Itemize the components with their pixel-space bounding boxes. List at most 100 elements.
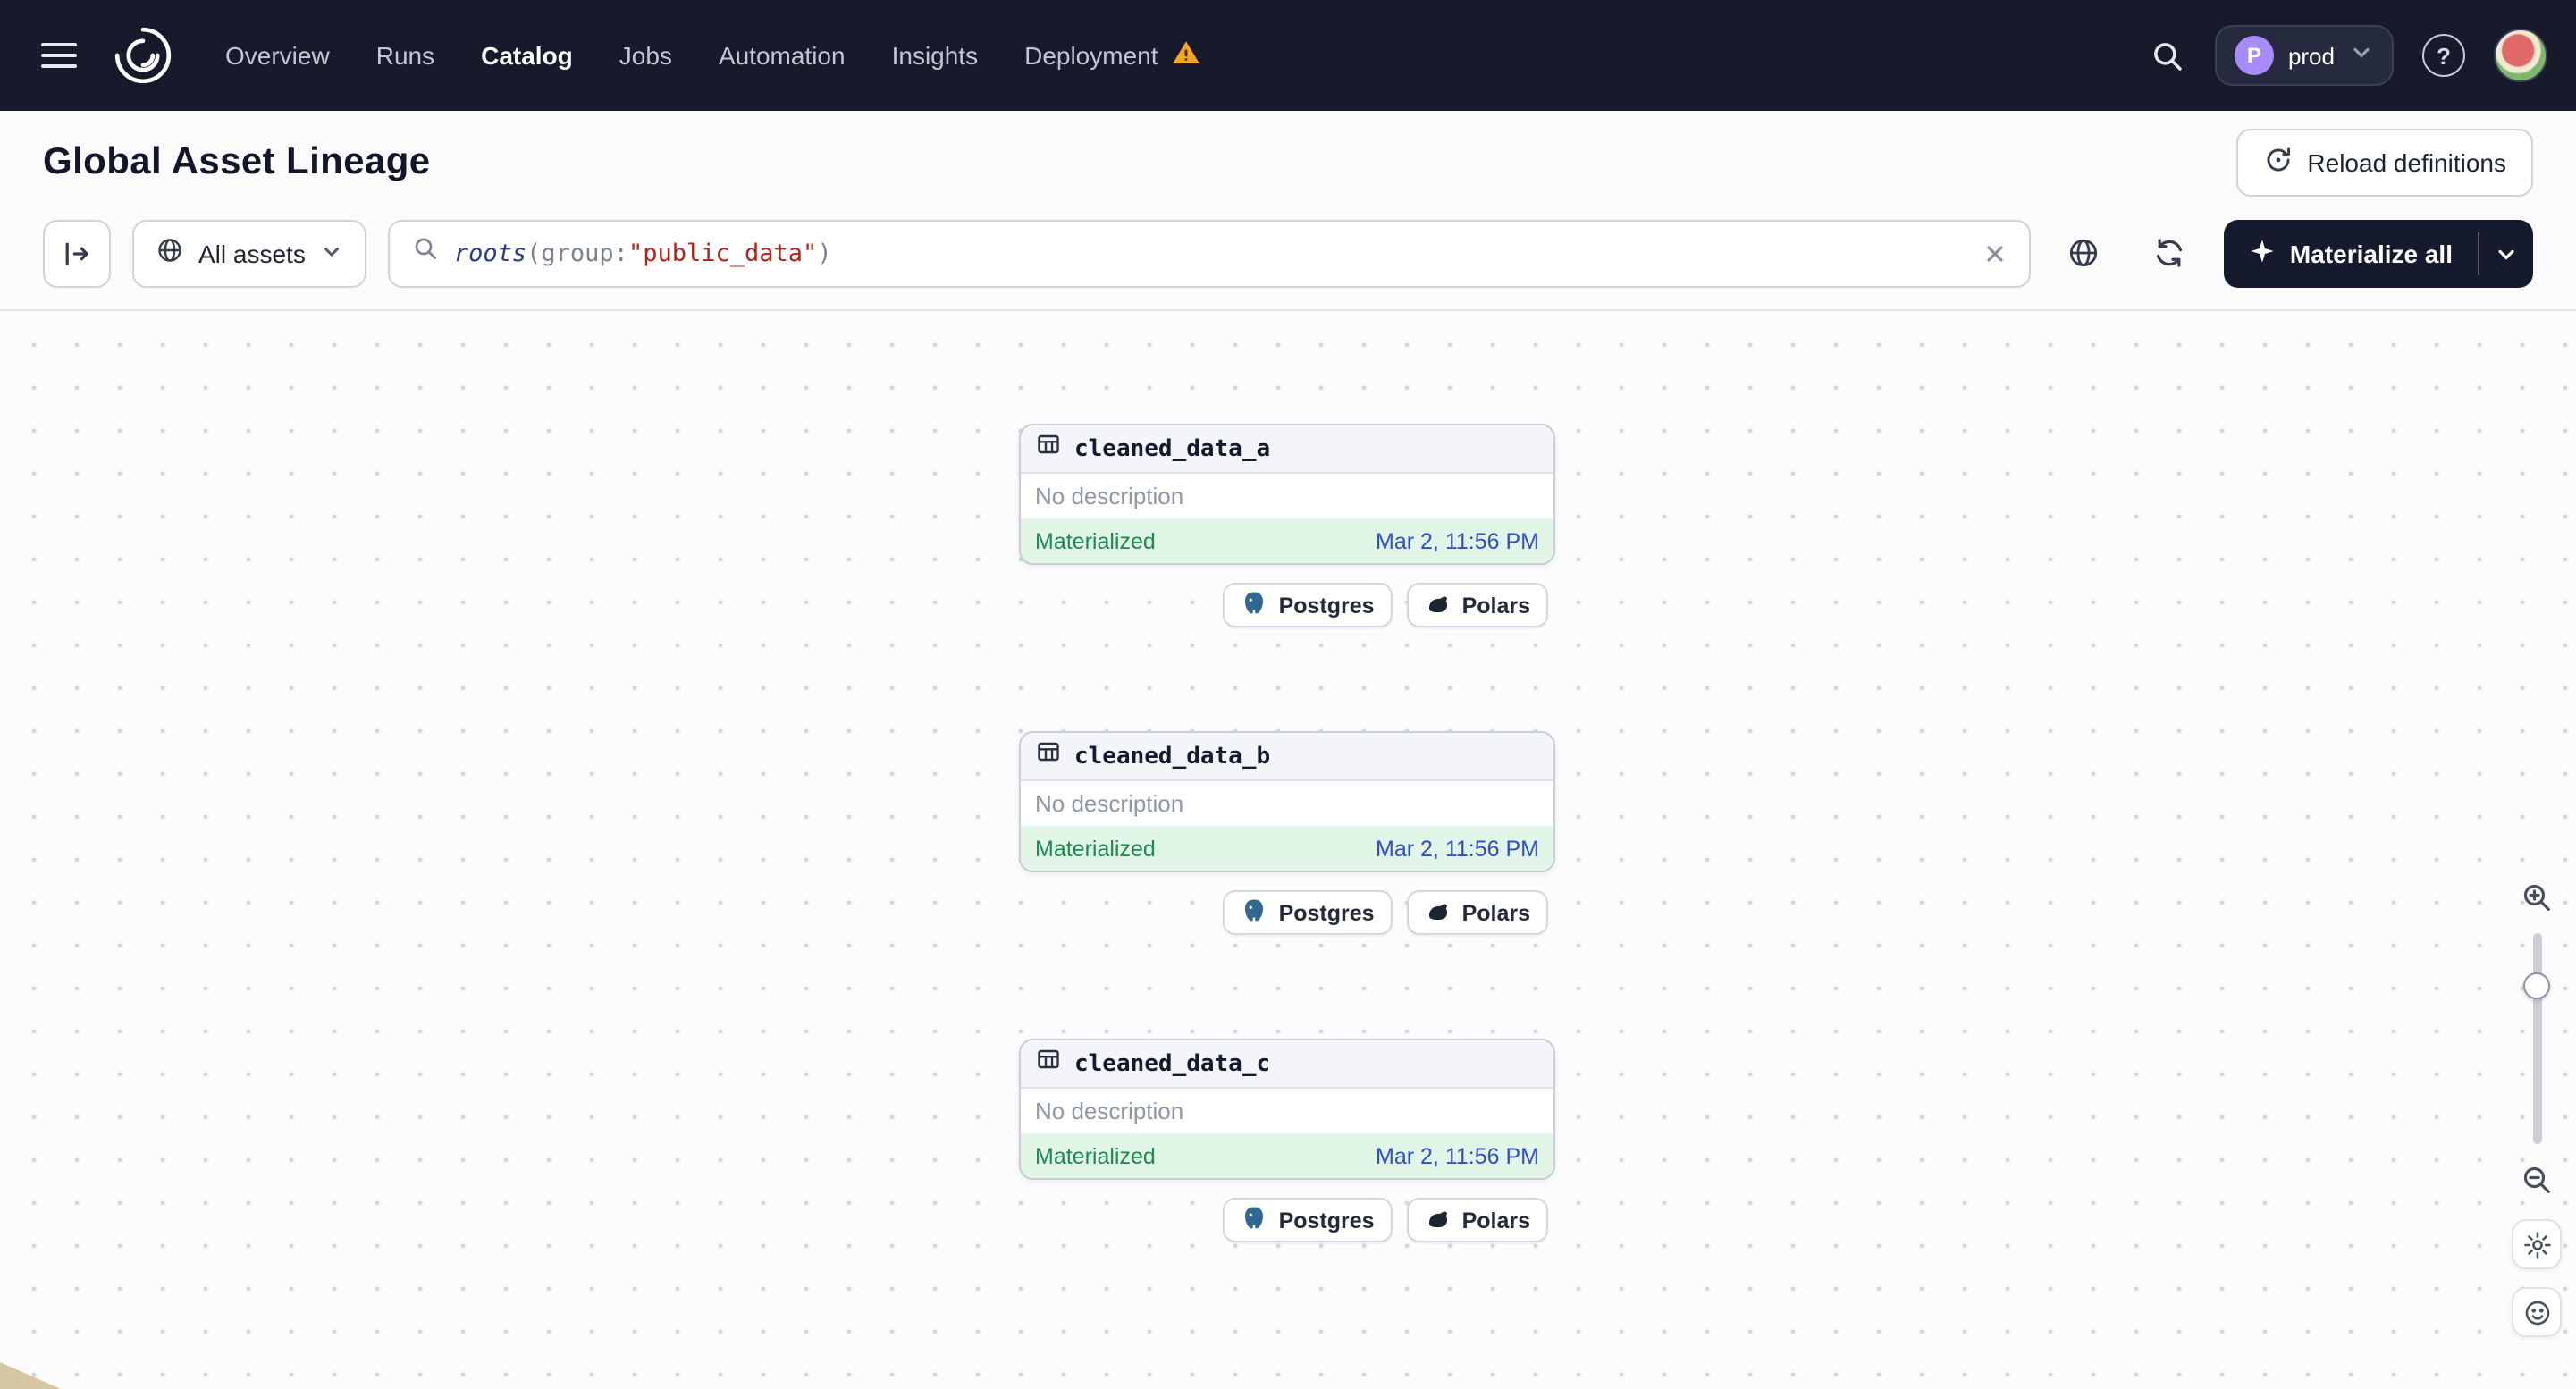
hamburger-menu-icon[interactable] <box>29 25 89 86</box>
nav-item-deployment[interactable]: Deployment <box>1024 38 1200 73</box>
polars-icon <box>1425 897 1452 929</box>
user-avatar[interactable] <box>2494 29 2547 82</box>
polars-icon <box>1425 1204 1452 1236</box>
minimap-corner <box>0 1362 61 1389</box>
asset-name: cleaned_data_b <box>1074 743 1271 770</box>
asset-node-header: cleaned_data_c <box>1021 1040 1553 1089</box>
page-header: Global Asset Lineage Reload definitions <box>0 111 2576 215</box>
clear-icon[interactable] <box>1983 240 2008 265</box>
asset-node-cleaned-data-a[interactable]: cleaned_data_a No description Materializ… <box>1019 424 1555 565</box>
tag-label: Postgres <box>1278 1208 1375 1233</box>
app-root: Overview Runs Catalog Jobs Automation In… <box>0 0 2576 1389</box>
tag-polars[interactable]: Polars <box>1406 1198 1548 1242</box>
tag-label: Postgres <box>1278 593 1375 618</box>
asset-scope-dropdown[interactable]: All assets <box>132 219 366 287</box>
postgres-icon <box>1242 589 1268 621</box>
zoom-in-icon[interactable] <box>2515 876 2558 919</box>
nav-item-label: Insights <box>891 41 979 70</box>
asset-status-row: Materialized Mar 2, 11:56 PM <box>1021 826 1553 871</box>
reload-icon <box>2262 145 2293 181</box>
query-function: roots <box>453 239 527 267</box>
asset-node-header: cleaned_data_b <box>1021 733 1553 781</box>
materialization-timestamp-link[interactable]: Mar 2, 11:56 PM <box>1376 836 1539 861</box>
zoom-slider[interactable] <box>2523 933 2550 1144</box>
tag-label: Postgres <box>1278 900 1375 925</box>
query-string: "public_data" <box>627 239 818 267</box>
asset-scope-label: All assets <box>198 239 306 267</box>
graph-view-globe-icon[interactable] <box>2052 221 2117 285</box>
nav-item-catalog[interactable]: Catalog <box>481 41 573 70</box>
asset-description: No description <box>1035 483 1184 509</box>
asset-node-header: cleaned_data_a <box>1021 425 1553 474</box>
tag-polars[interactable]: Polars <box>1406 583 1548 627</box>
search-icon[interactable] <box>2149 37 2186 74</box>
panel-toggle-icon[interactable] <box>43 219 111 287</box>
nav-item-label: Overview <box>225 41 330 70</box>
query-punct: ( <box>526 239 542 267</box>
materialization-timestamp-link[interactable]: Mar 2, 11:56 PM <box>1376 528 1539 553</box>
magnifier-icon <box>411 234 440 272</box>
reload-definitions-label: Reload definitions <box>2307 148 2506 177</box>
settings-gear-icon[interactable] <box>2512 1219 2562 1269</box>
query-key: group: <box>541 239 628 267</box>
dagster-logo[interactable] <box>107 20 179 91</box>
help-icon[interactable]: ? <box>2422 34 2465 77</box>
zoom-controls <box>2508 876 2565 1337</box>
tag-postgres[interactable]: Postgres <box>1223 583 1393 627</box>
asset-selection-input[interactable]: roots(group: "public_data") <box>387 219 2031 287</box>
environment-switcher[interactable]: P prod <box>2214 25 2394 86</box>
tag-polars[interactable]: Polars <box>1406 890 1548 935</box>
reload-definitions-button[interactable]: Reload definitions <box>2235 129 2533 197</box>
nav-item-label: Jobs <box>619 41 672 70</box>
asset-node-cleaned-data-c[interactable]: cleaned_data_c No description Materializ… <box>1019 1039 1555 1180</box>
postgres-icon <box>1242 1204 1268 1236</box>
nav-item-jobs[interactable]: Jobs <box>619 41 672 70</box>
tag-postgres[interactable]: Postgres <box>1223 1198 1393 1242</box>
warning-icon <box>1171 38 1201 73</box>
status-badge: Materialized <box>1035 528 1156 553</box>
chevron-down-icon <box>2349 38 2374 72</box>
nav-item-automation[interactable]: Automation <box>719 41 846 70</box>
materialize-split-button: Materialize all <box>2223 219 2533 287</box>
nav-item-overview[interactable]: Overview <box>225 41 330 70</box>
postgres-icon <box>1242 897 1268 929</box>
materialization-timestamp-link[interactable]: Mar 2, 11:56 PM <box>1376 1143 1539 1168</box>
lineage-toolbar: All assets roots(group: "public_data") M… <box>0 215 2576 311</box>
tag-label: Polars <box>1461 1208 1530 1233</box>
status-badge: Materialized <box>1035 836 1156 861</box>
asset-node-cleaned-data-b[interactable]: cleaned_data_b No description Materializ… <box>1019 731 1555 872</box>
nav-item-runs[interactable]: Runs <box>376 41 434 70</box>
tag-label: Polars <box>1461 900 1530 925</box>
nav-right-cluster: P prod ? <box>2149 25 2547 86</box>
primary-nav: Overview Runs Catalog Jobs Automation In… <box>225 38 1201 73</box>
refresh-icon[interactable] <box>2138 221 2202 285</box>
nav-item-insights[interactable]: Insights <box>892 41 979 70</box>
asset-tags-row: Postgres Polars <box>1223 890 1548 935</box>
table-icon <box>1035 1046 1062 1082</box>
tag-postgres[interactable]: Postgres <box>1223 890 1393 935</box>
asset-status-row: Materialized Mar 2, 11:56 PM <box>1021 518 1553 563</box>
nav-item-label: Deployment <box>1024 41 1158 70</box>
sparkle-icon <box>2249 237 2276 269</box>
tag-label: Polars <box>1461 593 1530 618</box>
lineage-canvas[interactable]: cleaned_data_a No description Materializ… <box>0 311 2576 1389</box>
asset-description: No description <box>1035 1098 1184 1124</box>
environment-name: prod <box>2287 42 2335 69</box>
query-punct: ) <box>817 239 832 267</box>
asset-status-row: Materialized Mar 2, 11:56 PM <box>1021 1133 1553 1178</box>
table-icon <box>1035 431 1062 467</box>
globe-icon <box>156 236 184 270</box>
nav-item-label: Catalog <box>481 41 573 70</box>
environment-avatar: P <box>2234 36 2274 75</box>
table-icon <box>1035 738 1062 774</box>
feedback-smiley-icon[interactable] <box>2512 1287 2562 1337</box>
nav-item-label: Runs <box>375 41 435 70</box>
chevron-down-icon <box>320 239 343 267</box>
asset-name: cleaned_data_c <box>1074 1050 1271 1077</box>
zoom-out-icon[interactable] <box>2515 1158 2558 1201</box>
asset-tags-row: Postgres Polars <box>1223 583 1548 627</box>
nav-item-label: Automation <box>718 41 846 70</box>
zoom-slider-handle[interactable] <box>2523 972 2550 999</box>
materialize-all-button[interactable]: Materialize all <box>2224 219 2478 287</box>
materialize-options-caret[interactable] <box>2479 219 2533 287</box>
